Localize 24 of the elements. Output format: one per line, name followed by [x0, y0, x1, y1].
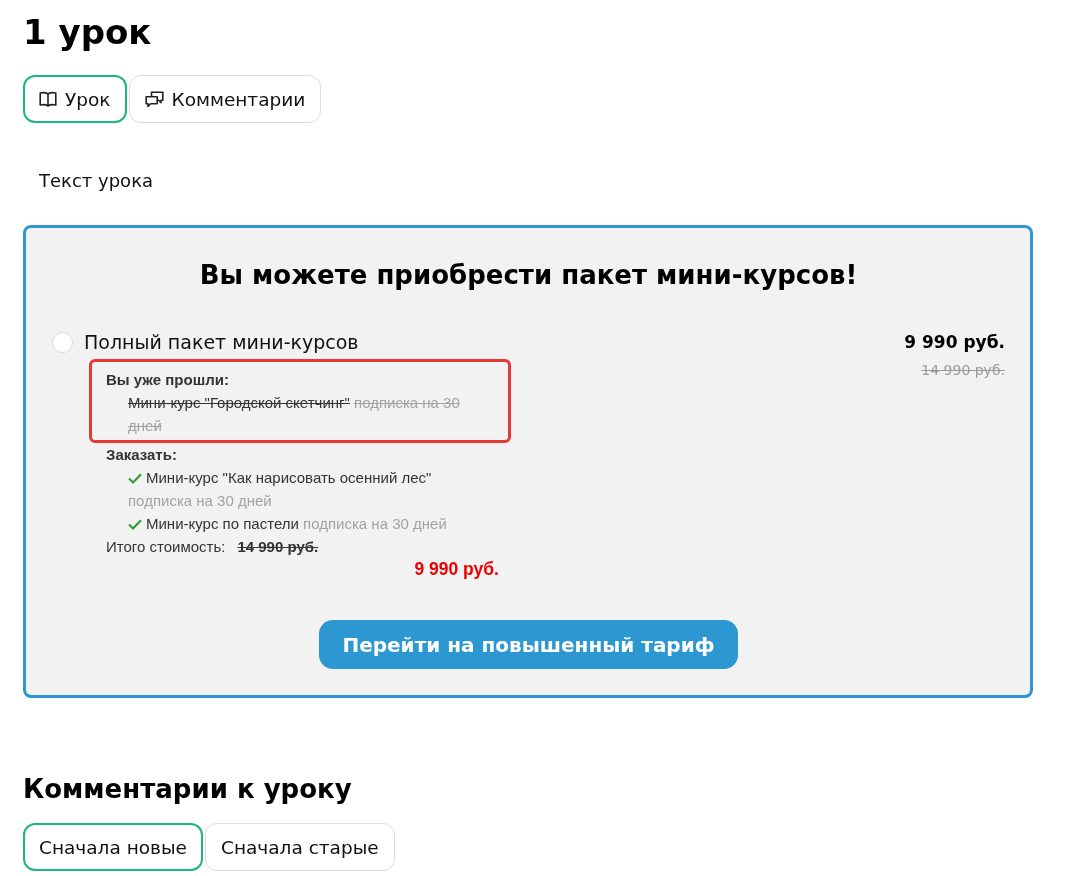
book-icon	[39, 91, 57, 107]
section-heading: Вы уже прошли:	[106, 370, 229, 390]
speech-bubbles-icon	[144, 90, 164, 108]
package-price: 9 990 руб.	[904, 331, 1005, 354]
section-title: Комментарии к уроку	[23, 773, 352, 806]
package-label: Полный пакет мини-курсов	[84, 330, 359, 354]
section-heading: Заказать:	[106, 445, 177, 465]
lesson-text: Текст урока	[39, 169, 154, 193]
subscription-term: подписка на 30 дней	[128, 492, 272, 509]
sort-tab[interactable]: Сначала старые	[204, 823, 395, 871]
tab[interactable]: Урок	[23, 75, 127, 123]
total-price: 9 990 руб.	[414, 558, 499, 581]
total-label: Итого стоимость:	[106, 537, 226, 557]
course-name: Мини-курс "Как нарисовать осенний лес"	[146, 469, 432, 486]
completed-course: Мини-курс "Городской скетчинг" подписка на 30 дней	[128, 393, 461, 436]
sort-tab[interactable]: Сначала новые	[23, 823, 203, 871]
old-total-price: 14 990 руб.	[237, 537, 319, 557]
course-name: Мини-курс по пастели	[146, 515, 299, 532]
offer-heading: Вы можете приобрести пакет мини-курсов!	[199, 259, 858, 292]
radio-button[interactable]	[52, 331, 73, 353]
page-title: 1 урок	[23, 11, 152, 54]
old-price: 14 990 руб.	[921, 361, 1005, 380]
subscription-term: подписка на 30 дней	[303, 515, 447, 532]
tab[interactable]: Комментарии	[128, 75, 322, 123]
